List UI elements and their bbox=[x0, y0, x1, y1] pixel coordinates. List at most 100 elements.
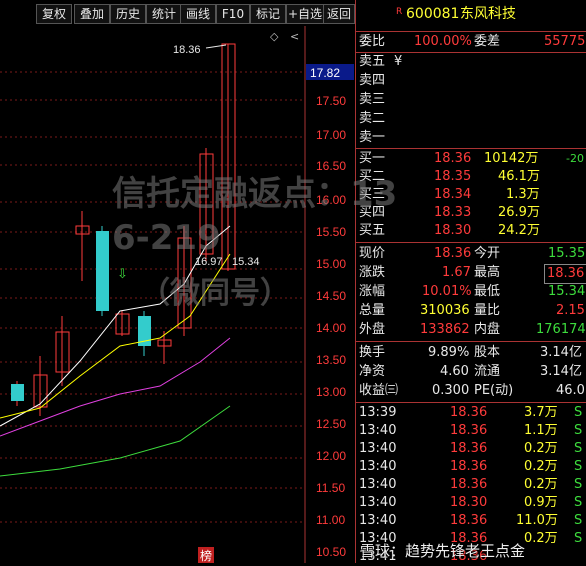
quote-value: 133862 bbox=[420, 322, 470, 337]
back-button[interactable]: 返回 bbox=[323, 4, 355, 24]
axis-tick: 15.50 bbox=[316, 225, 346, 239]
tick-price: 18.36 bbox=[450, 477, 488, 492]
quote-label: 总量 bbox=[359, 303, 386, 318]
f10-button[interactable]: F10 bbox=[216, 4, 250, 24]
tick-volume: 0.2万 bbox=[524, 477, 558, 492]
collapse-icon[interactable]: ◇ bbox=[270, 30, 279, 43]
axis-tick: 17.00 bbox=[316, 128, 346, 142]
buy-price: 18.34 bbox=[434, 187, 472, 202]
ma60-line bbox=[0, 405, 231, 477]
mark-button[interactable]: 标记 bbox=[250, 4, 286, 24]
axis-tick: 11.50 bbox=[316, 481, 345, 495]
tick-volume: 1.1万 bbox=[524, 423, 558, 438]
tick-volume: 0.2万 bbox=[524, 441, 558, 456]
sell-row-1: 卖一 bbox=[356, 129, 586, 147]
sell-label: 卖五 bbox=[359, 54, 386, 69]
tick-time: 13:40 bbox=[359, 441, 397, 456]
quote-row: 总量 310036 量比 2.15 bbox=[356, 302, 586, 320]
tick-row: 13:40 18.36 11.0万 S bbox=[356, 512, 586, 530]
chevron-left-icon[interactable]: < bbox=[290, 30, 299, 43]
quote-value: 1.67 bbox=[442, 265, 471, 280]
quote-label: 内盘 bbox=[474, 322, 501, 337]
quote-row: 涨跌 1.67 最高 18.36 bbox=[356, 264, 586, 284]
tick-time: 13:39 bbox=[359, 405, 397, 420]
sell-row-3: 卖三 bbox=[356, 91, 586, 109]
buy-label: 买五 bbox=[359, 223, 386, 238]
quote-value: 176174 bbox=[536, 322, 586, 337]
tick-flag: S bbox=[574, 477, 583, 492]
quote-value: 3.14亿 bbox=[540, 345, 582, 360]
quote-value: 9.89% bbox=[428, 345, 470, 360]
draw-line-button[interactable]: 画线 bbox=[180, 4, 216, 24]
weicha-label: 委差 bbox=[474, 34, 501, 49]
quote-label: 最低 bbox=[474, 284, 501, 299]
add-watchlist-button[interactable]: +自选 bbox=[286, 4, 324, 24]
axis-tick: 13.50 bbox=[316, 353, 346, 367]
buy-volume: 24.2万 bbox=[498, 223, 540, 238]
tick-flag: S bbox=[574, 405, 583, 420]
buy-price: 18.30 bbox=[434, 223, 472, 238]
quote-label: 涨幅 bbox=[359, 284, 386, 299]
quote-label: 净资 bbox=[359, 364, 386, 379]
tick-volume: 11.0万 bbox=[516, 513, 558, 528]
tick-flag: S bbox=[574, 459, 583, 474]
ma-label-b: 15.34 bbox=[232, 256, 260, 268]
tick-row: 13:40 18.36 0.2万 S bbox=[356, 440, 586, 458]
sell-price: ¥ bbox=[394, 54, 403, 69]
sell-label: 卖二 bbox=[359, 111, 386, 126]
quote-label: 股本 bbox=[474, 345, 501, 360]
buy-price: 18.36 bbox=[434, 151, 472, 166]
tick-time: 13:40 bbox=[359, 459, 397, 474]
quote-value: 18.36 bbox=[544, 264, 586, 284]
tick-row: 13:40 18.36 0.2万 S bbox=[356, 476, 586, 494]
tick-price: 18.36 bbox=[450, 423, 488, 438]
quote-label: 今开 bbox=[474, 246, 501, 261]
tick-row: 13:40 18.36 1.1万 S bbox=[356, 422, 586, 440]
tick-flag: S bbox=[574, 531, 583, 546]
sell-label: 卖三 bbox=[359, 92, 386, 107]
weibi-value: 100.00% bbox=[414, 34, 472, 49]
tick-flag: S bbox=[574, 423, 583, 438]
sell-label: 卖一 bbox=[359, 130, 386, 145]
tick-volume: 3.7万 bbox=[524, 405, 558, 420]
quote-row: 涨幅 10.01% 最低 15.34 bbox=[356, 283, 586, 301]
weibi-label: 委比 bbox=[359, 34, 386, 49]
tick-row: 13:39 18.36 3.7万 S bbox=[356, 404, 586, 422]
sell-row-2: 卖二 bbox=[356, 110, 586, 128]
quote-panel: R 600081 东风科技 委比 100.00% 委差 55775 卖五 ¥ 卖… bbox=[355, 0, 586, 564]
fuquan-button[interactable]: 复权 bbox=[36, 4, 72, 24]
stock-name[interactable]: 东风科技 bbox=[460, 5, 516, 23]
quote-label: 收益㈢ bbox=[359, 383, 399, 398]
history-button[interactable]: 历史 bbox=[110, 4, 146, 24]
stock-code[interactable]: 600081 bbox=[406, 5, 459, 23]
quote-value: 310036 bbox=[420, 303, 470, 318]
fundamental-row: 收益㈢ 0.300 PE(动) 46.0 bbox=[356, 382, 586, 400]
candle bbox=[96, 231, 109, 311]
statistics-button[interactable]: 统计 bbox=[146, 4, 182, 24]
quote-label: PE(动) bbox=[474, 383, 514, 398]
tick-price: 18.36 bbox=[450, 405, 488, 420]
tick-volume: 0.2万 bbox=[524, 531, 558, 546]
tick-price: 18.36 bbox=[450, 459, 488, 474]
buy-change: -20 bbox=[566, 152, 584, 165]
candle bbox=[11, 384, 24, 401]
overlay-button[interactable]: 叠加 bbox=[74, 4, 110, 24]
weibi-row: 委比 100.00% 委差 55775 bbox=[356, 33, 586, 51]
tick-volume: 0.9万 bbox=[524, 495, 558, 510]
down-arrow-icon: ⇩ bbox=[117, 267, 128, 282]
tick-row: 13:40 18.30 0.9万 S bbox=[356, 494, 586, 512]
tick-time: 13:40 bbox=[359, 477, 397, 492]
tick-price: 18.36 bbox=[450, 513, 488, 528]
stock-header: R 600081 东风科技 bbox=[356, 5, 586, 27]
buy-row-5: 买五 18.30 24.2万 bbox=[356, 222, 586, 240]
axis-tick: 12.00 bbox=[316, 449, 346, 463]
tick-time: 13:40 bbox=[359, 513, 397, 528]
buy-price: 18.33 bbox=[434, 205, 472, 220]
high-price-label: 18.36 bbox=[173, 44, 201, 56]
quote-row: 现价 18.36 今开 15.35 bbox=[356, 245, 586, 263]
weicha-value: 55775 bbox=[544, 34, 586, 49]
chart-toolbar: 复权 叠加 历史 统计 画线 F10 标记 +自选 返回 bbox=[0, 0, 355, 26]
quote-label: 现价 bbox=[359, 246, 386, 261]
axis-tick: 15.00 bbox=[316, 257, 346, 271]
tick-row: 13:40 18.36 0.2万 S bbox=[356, 458, 586, 476]
